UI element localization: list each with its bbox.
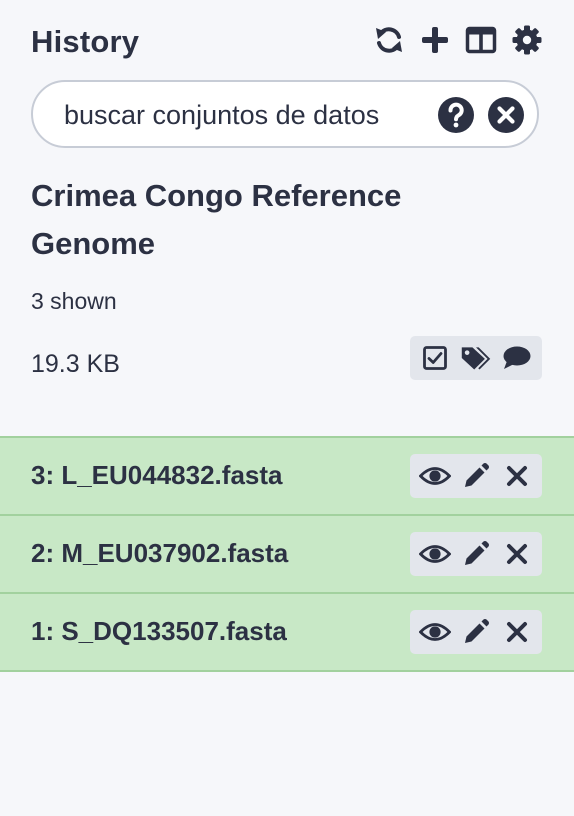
dataset-list: 3: L_EU044832.fasta 2: M_EU037902.fasta …	[0, 436, 574, 672]
shown-count: 3 shown	[31, 288, 117, 314]
search-input[interactable]	[64, 96, 424, 134]
header-toolbar	[373, 24, 543, 56]
dataset-title[interactable]: 1: S_DQ133507.fasta	[31, 616, 287, 647]
annotation-icon[interactable]	[501, 342, 533, 374]
eye-icon[interactable]	[419, 616, 451, 648]
pencil-icon[interactable]	[460, 460, 492, 492]
delete-icon[interactable]	[501, 460, 533, 492]
eye-icon[interactable]	[419, 460, 451, 492]
history-meta-toolbar	[410, 336, 542, 380]
gear-icon[interactable]	[511, 24, 543, 56]
help-icon[interactable]	[438, 97, 474, 133]
history-name[interactable]: Crimea Congo Reference Genome	[31, 172, 471, 268]
refresh-icon[interactable]	[373, 24, 405, 56]
dataset-item[interactable]: 3: L_EU044832.fasta	[0, 436, 574, 514]
dataset-actions	[410, 532, 542, 576]
select-items-icon[interactable]	[419, 342, 451, 374]
clear-search-icon[interactable]	[488, 97, 524, 133]
dataset-item[interactable]: 2: M_EU037902.fasta	[0, 514, 574, 592]
eye-icon[interactable]	[419, 538, 451, 570]
delete-icon[interactable]	[501, 538, 533, 570]
pencil-icon[interactable]	[460, 616, 492, 648]
search-box	[31, 80, 539, 148]
dataset-title[interactable]: 3: L_EU044832.fasta	[31, 460, 282, 491]
panel-title: History	[31, 24, 140, 59]
delete-icon[interactable]	[501, 616, 533, 648]
history-header: History	[31, 22, 543, 62]
dataset-title[interactable]: 2: M_EU037902.fasta	[31, 538, 288, 569]
pencil-icon[interactable]	[460, 538, 492, 570]
dataset-item[interactable]: 1: S_DQ133507.fasta	[0, 592, 574, 672]
tags-icon[interactable]	[460, 342, 492, 374]
dataset-actions	[410, 454, 542, 498]
dataset-actions	[410, 610, 542, 654]
history-panel: History buscar conjuntos de datos Crimea…	[0, 0, 574, 816]
columns-icon[interactable]	[465, 24, 497, 56]
history-size: 19.3 KB	[31, 350, 120, 378]
plus-icon[interactable]	[419, 24, 451, 56]
